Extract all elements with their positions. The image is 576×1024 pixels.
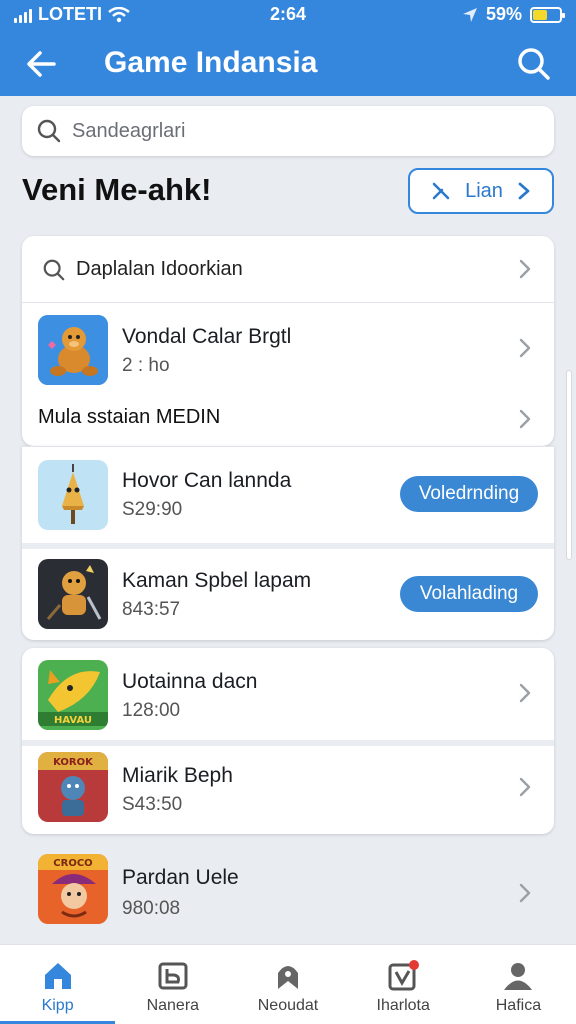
- nav-item-notification[interactable]: Iharlota: [346, 945, 461, 1024]
- scrollbar[interactable]: [566, 370, 572, 560]
- title-bar: Game Indansia: [0, 36, 576, 90]
- close-icon: [432, 182, 450, 200]
- badge-icon: [278, 966, 298, 989]
- install-card: Hovor Can lannda S29:90 Voledrnding Kama…: [22, 446, 554, 640]
- battery-percent: 59%: [485, 4, 522, 24]
- robot-icon: KOROK: [38, 752, 108, 822]
- game-name: Uotainna dacn: [122, 670, 258, 693]
- featured-search-label: Daplalan Idoorkian: [76, 258, 243, 280]
- featured-more-row[interactable]: Mula sstaian MEDIN: [22, 392, 554, 446]
- nav-item-badge[interactable]: Neoudat: [230, 945, 345, 1024]
- game-list-card: CROCO Pardan Uele 980:08: [22, 842, 554, 938]
- chevron-right-icon: [518, 182, 530, 200]
- nav-item-profile[interactable]: Hafica: [461, 945, 576, 1024]
- chevron-right-icon: [519, 409, 531, 429]
- chevron-right-icon: [519, 259, 531, 279]
- game-name: Hovor Can lannda: [122, 469, 292, 492]
- chevron-right-icon: [519, 683, 531, 703]
- fox-icon: HAVAU: [38, 660, 108, 730]
- chevron-right-icon: [519, 883, 531, 903]
- featured-card: Daplalan Idoorkian Vondal Calar Brgtl 2 …: [22, 236, 554, 446]
- list-item[interactable]: HAVAU Uotainna dacn 128:00: [22, 648, 554, 740]
- home-icon: [44, 963, 71, 989]
- install-button[interactable]: Volahlading: [400, 576, 538, 612]
- nav-label: Neoudat: [257, 997, 319, 1014]
- game-price: S29:90: [122, 499, 183, 520]
- chevron-right-icon: [519, 777, 531, 797]
- list-item[interactable]: Hovor Can lannda S29:90 Voledrnding: [22, 447, 554, 543]
- game-thumbnail: HAVAU: [38, 660, 108, 730]
- game-subtitle: 2 : ho: [122, 355, 170, 376]
- nav-item-home[interactable]: Kipp: [0, 945, 116, 1024]
- battery-level: [533, 9, 547, 20]
- game-thumbnail: [38, 559, 108, 629]
- location-icon: [462, 7, 477, 22]
- featured-more-label: Mula sstaian MEDIN: [38, 406, 221, 428]
- section-title: Veni Me-ahk!: [22, 172, 212, 207]
- status-bar: LOTETI 2:64 59%: [0, 0, 576, 30]
- game-thumbnail: [38, 315, 108, 385]
- install-button[interactable]: Voledrnding: [400, 476, 538, 512]
- search-icon[interactable]: [512, 42, 556, 86]
- search-input[interactable]: [72, 119, 512, 143]
- battery-icon: [530, 6, 565, 23]
- game-price: 843:57: [122, 599, 181, 620]
- search-icon: [37, 119, 61, 143]
- page-title: Game Indansia: [104, 46, 318, 79]
- nav-label: Hafica: [495, 997, 542, 1014]
- game-price: 980:08: [122, 898, 181, 919]
- nav-label: Nanera: [146, 997, 200, 1014]
- box-icon: [158, 962, 188, 990]
- chevron-right-icon: [519, 338, 531, 358]
- bottom-nav: Kipp Nanera Neoudat Iharlota Hafica: [0, 944, 576, 1024]
- status-right: 59%: [462, 4, 565, 25]
- game-price: 128:00: [122, 700, 181, 721]
- pirate-icon: CROCO: [38, 854, 108, 924]
- nav-label: Iharlota: [376, 997, 430, 1014]
- list-item[interactable]: CROCO Pardan Uele 980:08: [22, 842, 554, 938]
- game-name: Kaman Spbel lapam: [122, 569, 312, 592]
- game-name: Pardan Uele: [122, 866, 239, 889]
- section-action-label: Lian: [465, 179, 503, 202]
- game-price: S43:50: [122, 794, 183, 815]
- game-thumbnail: CROCO: [38, 854, 108, 924]
- thumb-label: CROCO: [53, 858, 92, 869]
- warrior-icon: [38, 559, 108, 629]
- search-bar[interactable]: [22, 106, 554, 156]
- thumb-label: KOROK: [53, 757, 94, 768]
- list-item[interactable]: Kaman Spbel lapam 843:57 Volahlading: [22, 543, 554, 640]
- nav-item-box[interactable]: Nanera: [115, 945, 230, 1024]
- game-name: Miarik Beph: [122, 764, 233, 787]
- profile-icon: [504, 963, 533, 990]
- featured-search-row[interactable]: Daplalan Idoorkian: [22, 236, 554, 302]
- notification-icon: [388, 960, 420, 991]
- game-name: Vondal Calar Brgtl: [122, 325, 292, 348]
- list-item[interactable]: KOROK Miarik Beph S43:50: [22, 740, 554, 834]
- game-thumbnail: [38, 460, 108, 530]
- nav-label: Kipp: [41, 997, 74, 1014]
- back-arrow-icon[interactable]: [20, 42, 64, 86]
- list-item[interactable]: Vondal Calar Brgtl 2 : ho: [22, 302, 554, 392]
- monkey-icon: [38, 315, 108, 385]
- thumb-label: HAVAU: [54, 715, 92, 726]
- section-action-button[interactable]: Lian: [408, 168, 554, 214]
- game-list-card: HAVAU Uotainna dacn 128:00 KOROK Miarik …: [22, 648, 554, 834]
- game-thumbnail: KOROK: [38, 752, 108, 822]
- search-icon: [43, 259, 65, 281]
- bell-icon: [38, 460, 108, 530]
- app-bar: LOTETI 2:64 59% Game Indansia: [0, 0, 576, 96]
